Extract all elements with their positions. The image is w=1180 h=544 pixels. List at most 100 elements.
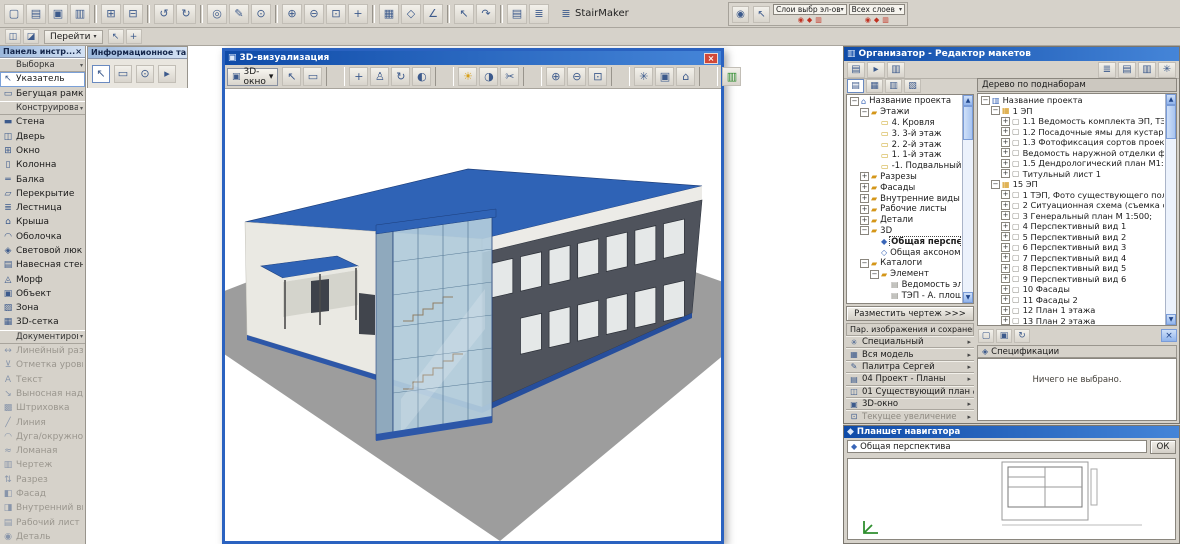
plus-box-icon[interactable]: +	[1001, 148, 1010, 158]
plus-box-icon[interactable]: +	[1001, 158, 1010, 168]
scroll-down-icon[interactable]: ▼	[1166, 314, 1176, 325]
stories-dialog-icon[interactable]: ≣	[529, 3, 549, 24]
cut-3d-icon[interactable]: ✂	[500, 67, 520, 86]
tree-item[interactable]: ◇ Общая аксонометрия	[848, 247, 961, 258]
minus-box-icon[interactable]: −	[860, 258, 869, 268]
separator-icon[interactable]	[275, 4, 278, 23]
pick-up-icon[interactable]: ⊙	[251, 3, 271, 24]
tree-item[interactable]: − ▰ Каталоги	[848, 258, 961, 269]
view-setting-row[interactable]: ✳ Специальный ▸	[846, 336, 974, 349]
tool-item[interactable]: ⇅ Разрез	[0, 473, 85, 487]
tree-item[interactable]: + ▰ Детали	[848, 215, 961, 226]
separator-icon[interactable]	[94, 4, 97, 23]
minus-box-icon[interactable]: −	[860, 226, 869, 236]
tree-item[interactable]: − ▰ Этажи	[848, 107, 961, 118]
scroll-thumb[interactable]	[1166, 105, 1176, 139]
shadow-icon[interactable]: ◑	[479, 67, 499, 86]
plus-box-icon[interactable]: +	[860, 183, 869, 193]
plus-box-icon[interactable]: +	[1001, 116, 1010, 126]
layout-map-icon[interactable]: ▥	[887, 61, 905, 78]
sun-icon[interactable]: ☀	[458, 67, 478, 86]
virtual-trace-icon[interactable]: ◪	[23, 29, 39, 44]
separator-icon[interactable]	[435, 67, 455, 86]
tool-item[interactable]: Конструирование	[0, 100, 85, 116]
photo-icon[interactable]: ▣	[655, 67, 675, 86]
separator-icon[interactable]	[200, 4, 203, 23]
tool-item[interactable]: ⌂ Крыша	[0, 215, 85, 229]
tree-item[interactable]: + ▢ 10 Фасады	[979, 284, 1164, 295]
view-setting-row[interactable]: ▣ 3D-окно ▸	[846, 397, 974, 411]
layout-map-icon[interactable]: ▥	[885, 79, 902, 93]
plus-box-icon[interactable]: +	[1001, 284, 1010, 294]
print-icon[interactable]: ▥	[815, 16, 822, 24]
left-facade-door[interactable]	[359, 293, 375, 335]
lock-icon[interactable]: ◆	[874, 16, 879, 24]
pointer-icon[interactable]: ↖	[107, 29, 124, 44]
pen-icon[interactable]: ✎	[229, 3, 249, 24]
zoom-in-icon[interactable]: ⊕	[282, 3, 302, 24]
view-setting-row[interactable]: ◫ 01 Существующий план ▸	[846, 385, 974, 398]
eye-icon[interactable]: ◉	[798, 16, 804, 24]
magnet-icon[interactable]: ◇	[401, 3, 421, 24]
pan-icon[interactable]: +	[125, 29, 142, 44]
navigator-preview[interactable]	[847, 458, 1176, 540]
tool-item[interactable]: ◧ Фасад	[0, 487, 85, 501]
minus-box-icon[interactable]: −	[981, 95, 990, 105]
tree-item[interactable]: + ▢ 12 План 1 этажа	[979, 305, 1164, 316]
tool-item[interactable]: ▯ Колонна	[0, 158, 85, 172]
zoom-in-icon[interactable]: ⊕	[546, 67, 566, 86]
plus-box-icon[interactable]: +	[1001, 137, 1010, 147]
rotate-icon[interactable]: ↷	[476, 3, 496, 24]
building-model[interactable]	[225, 89, 721, 541]
tree-item[interactable]: ▭ 4. Кровля	[848, 118, 961, 129]
navigator-titlebar[interactable]: ◆ Планшет навигатора	[844, 426, 1179, 438]
chart-icon[interactable]: ▥	[722, 67, 742, 86]
tree-item[interactable]: + ▰ Рабочие листы	[848, 204, 961, 215]
pointer-icon[interactable]: ↖	[92, 64, 110, 83]
update-icon[interactable]: ↻	[1014, 328, 1030, 343]
tool-item[interactable]: ◈ Световой люк	[0, 244, 85, 258]
tool-item[interactable]: ▣ Объект	[0, 287, 85, 301]
plus-box-icon[interactable]: +	[1001, 190, 1010, 200]
tree-item[interactable]: + ▢ 13 План 2 этажа	[979, 316, 1164, 325]
tool-item[interactable]: ◫ Дверь	[0, 129, 85, 143]
fit-view-icon[interactable]: ⊡	[588, 67, 608, 86]
tree-item[interactable]: + ▢ Ведомость наружной отделки фасадов	[979, 148, 1164, 159]
tree-item[interactable]: ▭ -1. Подвальный уров	[848, 161, 961, 172]
stairmaker-toolbar[interactable]: ≣ StairMaker	[560, 7, 628, 20]
plus-box-icon[interactable]: +	[1001, 127, 1010, 137]
fit-view-icon[interactable]: ⊡	[326, 3, 346, 24]
undo-icon[interactable]: ↺	[154, 3, 174, 24]
arrow-right-icon[interactable]: ▸	[867, 61, 885, 78]
tree-item[interactable]: + ▢ 6 Перспективный вид 3	[979, 242, 1164, 253]
separator-icon[interactable]	[523, 67, 543, 86]
scroll-up-icon[interactable]: ▲	[1166, 94, 1176, 105]
file-new-icon[interactable]: ▢	[4, 3, 24, 24]
tree-item[interactable]: + ▢ 5 Перспективный вид 2	[979, 232, 1164, 243]
redo-icon[interactable]: ↻	[176, 3, 196, 24]
specifications-header[interactable]: ◈ Спецификации	[977, 345, 1177, 358]
marquee-3d-icon[interactable]: ▭	[303, 67, 323, 86]
tree-item[interactable]: − ▰ Элемент	[848, 269, 961, 280]
separator-icon[interactable]	[500, 4, 503, 23]
scrollbar[interactable]: ▲ ▼	[1165, 94, 1176, 325]
tool-item[interactable]: ↔ Линейный размер	[0, 344, 85, 358]
tree-item[interactable]: + ▢ Титульный лист 1	[979, 169, 1164, 180]
separator-icon[interactable]	[372, 4, 375, 23]
3d-window-titlebar[interactable]: ▣ 3D-визуализация ×	[225, 51, 721, 65]
publisher-icon[interactable]: ▧	[904, 79, 921, 93]
separator-icon[interactable]	[147, 4, 150, 23]
close-icon[interactable]: ×	[1161, 329, 1177, 342]
minus-box-icon[interactable]: −	[860, 107, 869, 117]
tree-item[interactable]: ◆ Общая перспектива	[848, 236, 961, 248]
separator-icon[interactable]	[611, 67, 631, 86]
view-setting-row[interactable]: ▦ Вся модель ▸	[846, 348, 974, 361]
man-icon[interactable]: ♙	[370, 67, 390, 86]
tree-item[interactable]: − ▦ 15 ЭП	[979, 179, 1164, 190]
plus-box-icon[interactable]: +	[1001, 305, 1010, 315]
separator-icon[interactable]	[447, 4, 450, 23]
tool-item[interactable]: ▬ Стена	[0, 115, 85, 129]
layers-selected-combo[interactable]: Слои выбр эл-ов ▾	[773, 4, 847, 15]
minus-box-icon[interactable]: −	[850, 96, 859, 106]
marquee-icon[interactable]: ▭	[114, 64, 132, 83]
